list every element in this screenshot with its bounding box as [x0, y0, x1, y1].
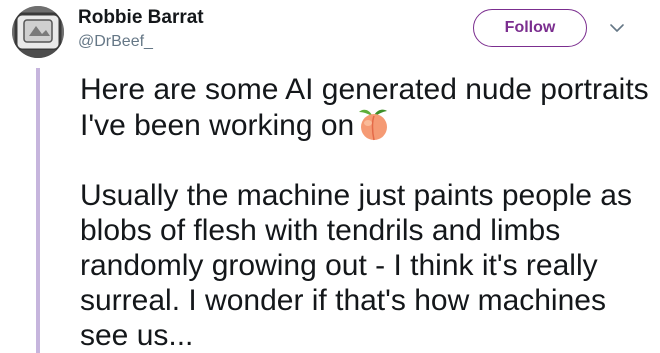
chevron-down-icon[interactable] — [607, 18, 627, 38]
avatar-image — [12, 6, 64, 58]
peach-emoji-icon — [356, 107, 392, 141]
avatar[interactable] — [12, 6, 64, 58]
user-name[interactable]: Robbie Barrat — [78, 7, 204, 29]
tweet-paragraph: Usually the machine just paints people a… — [80, 179, 632, 352]
thread-line — [36, 68, 40, 353]
tweet-body: Here are some AI generated nude portrait… — [80, 72, 650, 353]
user-handle[interactable]: @DrBeef_ — [78, 33, 153, 51]
tweet-paragraph: Here are some AI generated nude portrait… — [80, 72, 650, 143]
follow-button[interactable]: Follow — [473, 9, 587, 47]
